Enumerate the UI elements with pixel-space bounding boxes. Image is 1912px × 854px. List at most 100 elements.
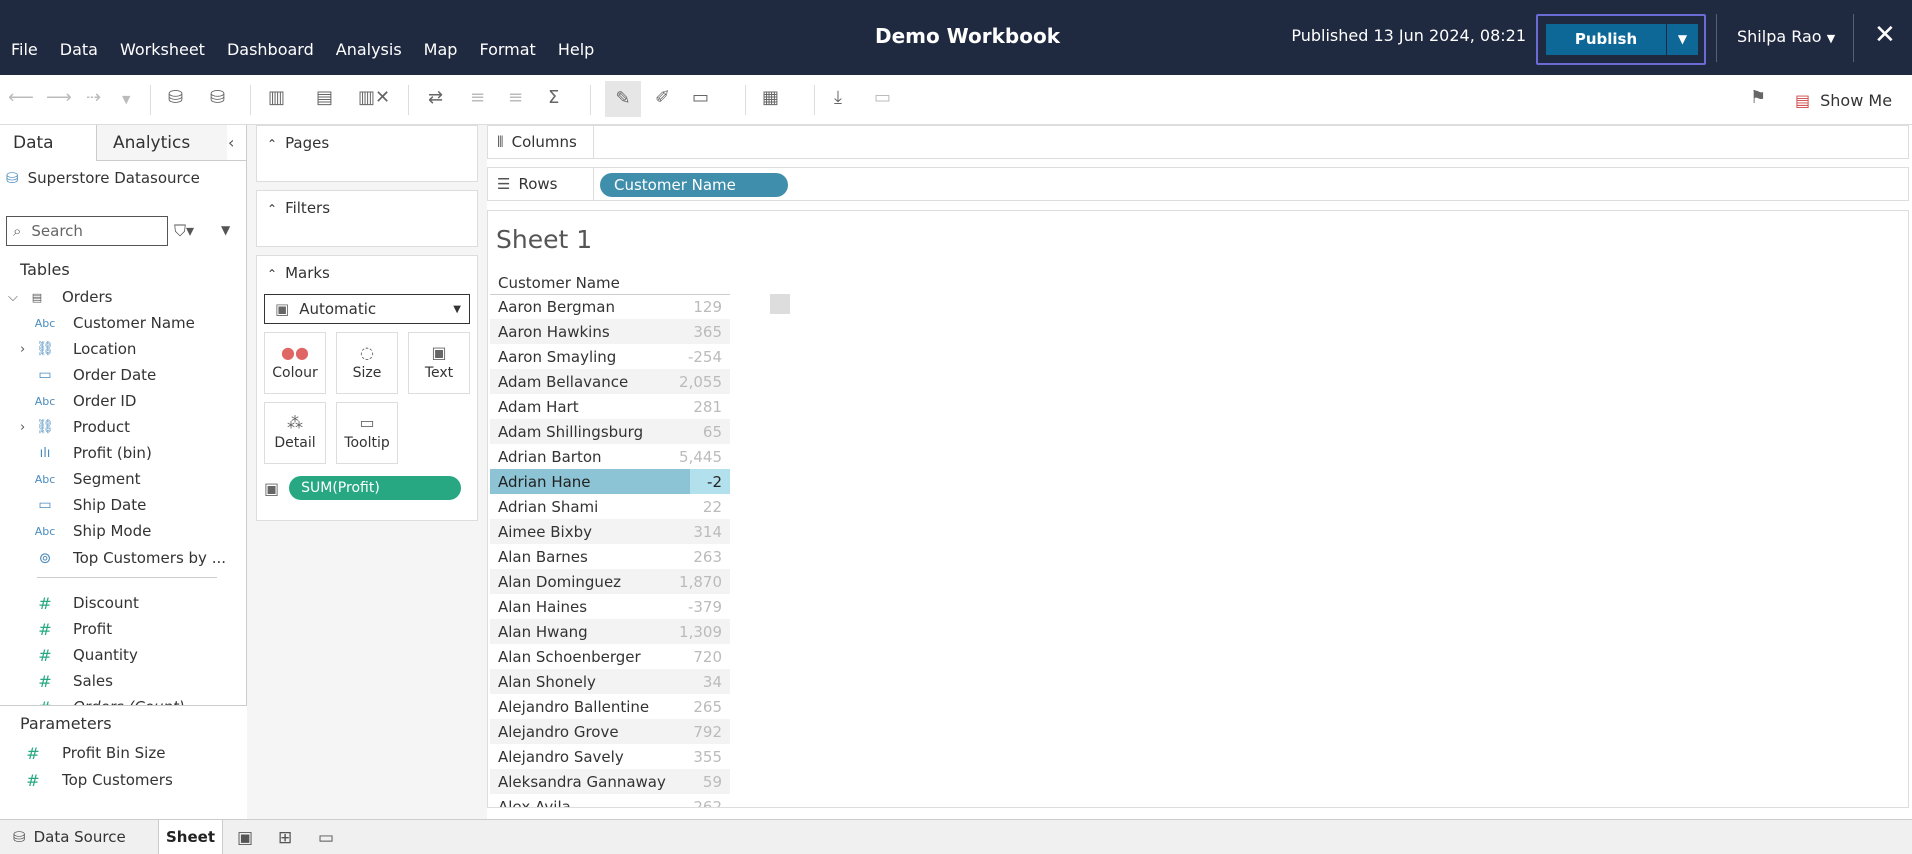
table-row[interactable]: Alex Avila 262: [490, 794, 730, 808]
field-segment[interactable]: Abc Segment: [0, 467, 247, 491]
table-row[interactable]: Aaron Bergman 129: [490, 294, 730, 319]
chevron-up-icon[interactable]: ⌃: [267, 137, 277, 151]
table-row[interactable]: Adam Hart 281: [490, 394, 730, 419]
table-row[interactable]: Alan Dominguez 1,870: [490, 569, 730, 594]
tab-sheet-1[interactable]: Sheet 1: [158, 820, 223, 854]
chevron-up-icon[interactable]: ⌃: [267, 202, 277, 216]
sort-ascending-icon[interactable]: ≡: [470, 87, 485, 108]
parameter-profit-bin-size[interactable]: # Profit Bin Size: [0, 741, 247, 765]
clear-sheet-icon[interactable]: ▥✕: [358, 87, 390, 108]
datasource-item[interactable]: ⛁ Superstore Datasource: [6, 169, 200, 187]
chevron-right-icon[interactable]: ›: [20, 420, 25, 435]
measure-sales[interactable]: # Sales: [0, 669, 247, 693]
table-row[interactable]: Adrian Shami 22: [490, 494, 730, 519]
publish-button[interactable]: Publish: [1546, 24, 1666, 55]
field-order-id[interactable]: Abc Order ID: [0, 389, 247, 413]
table-row[interactable]: Alan Haines -379: [490, 594, 730, 619]
collapse-pane-icon[interactable]: ‹: [228, 133, 234, 152]
detail-button[interactable]: ⁂ Detail: [264, 402, 326, 464]
rows-shelf[interactable]: ☰ Rows Customer Name: [487, 167, 1909, 201]
sheet-title: Sheet 1: [496, 225, 593, 254]
undo-icon[interactable]: ⟵: [8, 87, 34, 108]
field-ship-date[interactable]: ▭ Ship Date: [0, 493, 247, 517]
sum-profit-pill[interactable]: SUM(Profit): [289, 476, 462, 500]
size-button[interactable]: ◌ Size: [336, 332, 398, 394]
table-row[interactable]: Aaron Hawkins 365: [490, 319, 730, 344]
presentation-icon[interactable]: ▭: [874, 87, 891, 108]
field-customer-name[interactable]: Abc Customer Name: [0, 311, 247, 335]
close-icon[interactable]: ✕: [1874, 20, 1896, 50]
field-top-customers-set[interactable]: ⊚ Top Customers by ...: [0, 546, 247, 570]
chevron-right-icon[interactable]: ›: [20, 342, 25, 357]
totals-icon[interactable]: Σ: [548, 87, 559, 108]
chevron-down-icon[interactable]: ⌵: [8, 290, 18, 305]
tab-data[interactable]: Data: [0, 125, 97, 161]
replay-icon[interactable]: ⇢: [86, 87, 101, 108]
field-profit-bin[interactable]: ılı Profit (bin): [0, 441, 247, 465]
table-row[interactable]: Alejandro Savely 355: [490, 744, 730, 769]
row-profit-value: 1,309: [679, 622, 722, 641]
tooltip-button[interactable]: ▭ Tooltip: [336, 402, 398, 464]
customer-name-pill[interactable]: Customer Name: [600, 173, 788, 197]
pages-card[interactable]: ⌃ Pages: [256, 125, 478, 182]
filters-card[interactable]: ⌃ Filters: [256, 190, 478, 247]
download-icon[interactable]: ⤓: [834, 87, 842, 108]
redo-icon[interactable]: ⟶: [46, 87, 72, 108]
tab-data-source[interactable]: ⛁ Data Source: [13, 828, 126, 846]
show-me-button[interactable]: ▤ Show Me: [1795, 91, 1892, 110]
filter-icon[interactable]: ⛉▾: [174, 221, 194, 241]
field-order-date[interactable]: ▭ Order Date: [0, 363, 247, 387]
table-row[interactable]: Aleksandra Gannaway 59: [490, 769, 730, 794]
duplicate-sheet-icon[interactable]: ▤: [316, 87, 333, 108]
scrollbar-thumb[interactable]: [770, 294, 790, 314]
group-members-icon[interactable]: ✐: [655, 87, 670, 108]
new-dashboard-icon[interactable]: ⊞: [278, 828, 292, 848]
pane-menu-icon[interactable]: ▼: [221, 223, 230, 237]
table-row[interactable]: Alan Shonely 34: [490, 669, 730, 694]
sort-descending-icon[interactable]: ≡: [508, 87, 523, 108]
field-location[interactable]: › ⛓ Location: [0, 337, 247, 361]
measure-quantity[interactable]: # Quantity: [0, 643, 247, 667]
new-worksheet-icon[interactable]: ▣: [237, 828, 253, 848]
mark-type-select[interactable]: ▣ Automatic ▼: [264, 294, 470, 324]
measure-profit[interactable]: # Profit: [0, 617, 247, 641]
measure-discount[interactable]: # Discount: [0, 591, 247, 615]
new-datasource-icon[interactable]: ⛁: [168, 87, 183, 108]
chevron-up-icon[interactable]: ⌃: [267, 267, 277, 281]
swap-rows-columns-icon[interactable]: ⇄: [428, 87, 443, 108]
text-button[interactable]: ▣ Text: [408, 332, 470, 394]
table-row[interactable]: Alejandro Ballentine 265: [490, 694, 730, 719]
table-row[interactable]: Alan Barnes 263: [490, 544, 730, 569]
parameter-top-customers[interactable]: # Top Customers: [0, 768, 247, 792]
table-row[interactable]: Aimee Bixby 314: [490, 519, 730, 544]
highlight-icon[interactable]: ✎: [605, 81, 641, 117]
row-customer-name: Adam Hart: [498, 397, 579, 416]
fix-axes-icon[interactable]: ▦: [762, 87, 779, 108]
new-worksheet-icon[interactable]: ▥: [268, 87, 285, 108]
table-row[interactable]: Adam Bellavance 2,055: [490, 369, 730, 394]
table-row[interactable]: Adrian Barton 5,445: [490, 444, 730, 469]
table-row[interactable]: Adam Shillingsburg 65: [490, 419, 730, 444]
table-row[interactable]: Alejandro Grove 792: [490, 719, 730, 744]
search-input[interactable]: ⌕ Search: [6, 216, 168, 246]
columns-shelf[interactable]: ⦀ Columns: [487, 125, 1909, 159]
row-customer-name: Aimee Bixby: [498, 522, 592, 541]
show-cards-icon[interactable]: ⚑: [1750, 87, 1766, 108]
pause-updates-icon[interactable]: ⛁: [210, 87, 225, 108]
replay-dropdown-icon[interactable]: ▼: [122, 93, 130, 106]
table-row[interactable]: Aaron Smayling -254: [490, 344, 730, 369]
colour-button[interactable]: ●● Colour: [264, 332, 326, 394]
table-orders[interactable]: ⌵ ▤ Orders: [0, 285, 247, 309]
table-row[interactable]: Alan Hwang 1,309: [490, 619, 730, 644]
table-row-selected[interactable]: Adrian Hane -2: [490, 469, 730, 494]
table-row[interactable]: Alan Schoenberger 720: [490, 644, 730, 669]
field-product[interactable]: › ⛓ Product: [0, 415, 247, 439]
field-ship-mode[interactable]: Abc Ship Mode: [0, 519, 247, 543]
publish-dropdown-button[interactable]: ▼: [1667, 24, 1698, 55]
fit-icon[interactable]: ▭: [692, 87, 709, 108]
new-story-icon[interactable]: ▭: [318, 828, 334, 848]
text-mark-icon[interactable]: ▣: [264, 479, 279, 498]
tab-analytics[interactable]: Analytics: [97, 125, 227, 160]
column-header[interactable]: Customer Name: [498, 274, 620, 292]
user-menu[interactable]: Shilpa Rao ▼: [1737, 27, 1835, 46]
